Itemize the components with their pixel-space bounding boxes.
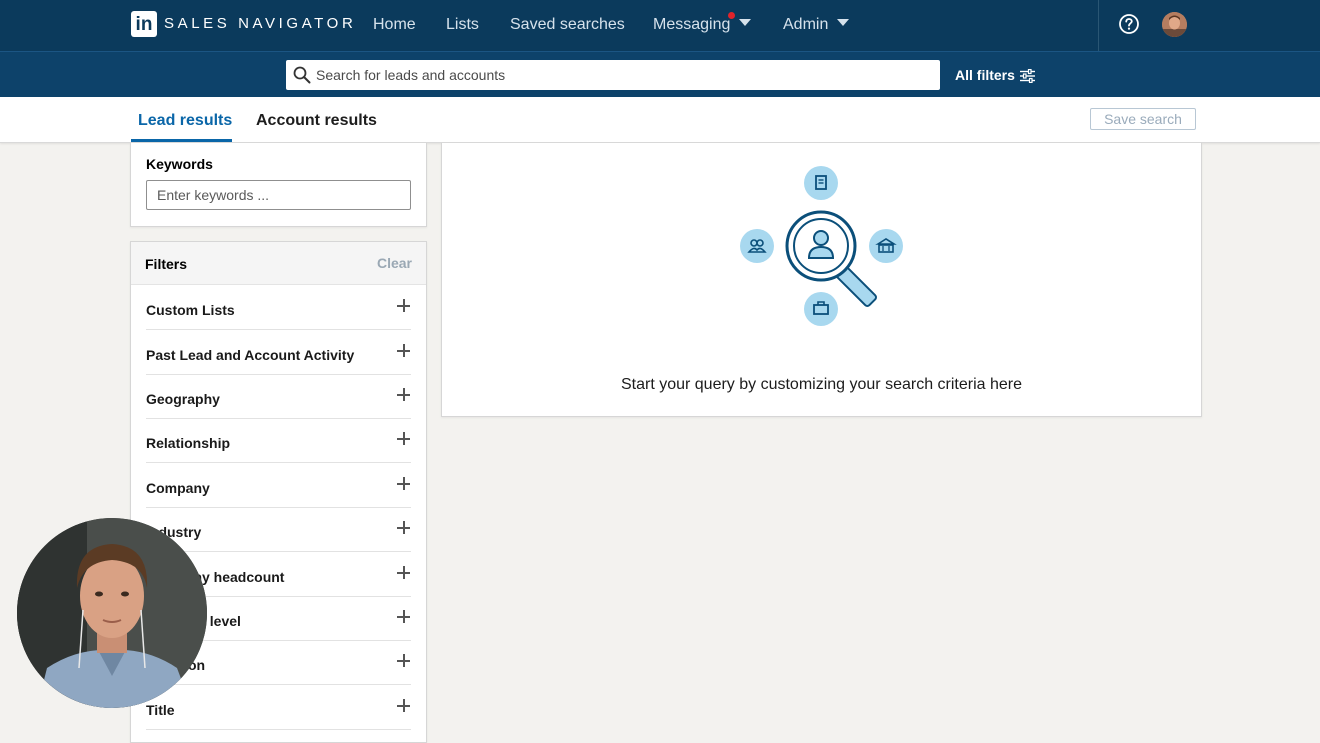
plus-icon[interactable] — [397, 432, 410, 445]
filter-row-relationship[interactable]: Relationship — [146, 418, 411, 463]
search-bar: All filters — [0, 51, 1320, 98]
filter-row-company[interactable]: Company — [146, 463, 411, 508]
notification-dot — [728, 12, 735, 19]
results-panel: Start your query by customizing your sea… — [441, 143, 1202, 417]
plus-icon[interactable] — [397, 344, 410, 357]
brand-name[interactable]: SALES NAVIGATOR — [164, 15, 356, 32]
empty-state-message: Start your query by customizing your sea… — [620, 376, 1023, 393]
filter-label: Custom Lists — [146, 302, 235, 318]
all-filters-button[interactable]: All filters — [955, 67, 1035, 83]
filter-row-industry[interactable]: Industry — [146, 507, 411, 552]
nav-home[interactable]: Home — [373, 16, 416, 34]
filter-label: Relationship — [146, 435, 231, 451]
chevron-down-icon — [739, 19, 752, 26]
briefcase-icon — [804, 292, 838, 326]
nav-messaging-label: Messaging — [653, 16, 731, 33]
nav-admin-label: Admin — [783, 16, 829, 33]
keywords-title: Keywords — [146, 156, 213, 172]
filter-row-title[interactable]: Title — [146, 685, 411, 730]
results-tabs: Lead results Account results Save search — [0, 97, 1320, 143]
tab-lead-results[interactable]: Lead results — [138, 112, 232, 130]
chevron-down-icon — [837, 19, 850, 26]
nav-admin[interactable]: Admin — [783, 16, 850, 34]
bank-icon — [869, 229, 903, 263]
filter-row-custom-lists[interactable]: Custom Lists — [146, 285, 411, 330]
plus-icon[interactable] — [397, 699, 410, 712]
search-box[interactable] — [286, 60, 940, 90]
clear-filters-button[interactable]: Clear — [377, 255, 412, 271]
filter-label: Past Lead and Account Activity — [146, 347, 355, 363]
filters-title: Filters — [145, 256, 188, 272]
plus-icon[interactable] — [397, 654, 410, 667]
search-illustration — [740, 166, 903, 326]
nav-divider — [1098, 0, 1099, 51]
plus-icon[interactable] — [397, 566, 410, 579]
plus-icon[interactable] — [397, 388, 410, 401]
building-icon — [804, 166, 838, 200]
active-tab-indicator — [131, 139, 232, 142]
plus-icon[interactable] — [397, 610, 410, 623]
filter-row-geography[interactable]: Geography — [146, 374, 411, 419]
search-input[interactable] — [316, 60, 916, 90]
all-filters-label: All filters — [955, 67, 1015, 83]
linkedin-logo[interactable]: in — [131, 11, 157, 37]
presenter-video — [17, 518, 207, 708]
sliders-icon — [1020, 69, 1035, 83]
search-icon — [293, 66, 311, 84]
user-avatar[interactable] — [1162, 12, 1187, 37]
filters-header: Filters Clear — [131, 242, 426, 285]
webcam-overlay — [17, 518, 207, 708]
filter-row-past-activity[interactable]: Past Lead and Account Activity — [146, 330, 411, 375]
avatar-image — [1162, 12, 1187, 37]
filter-label: Title — [146, 702, 175, 718]
filter-label: Company — [146, 480, 210, 496]
tab-account-results[interactable]: Account results — [256, 112, 377, 130]
magnifier-person-icon — [785, 210, 877, 307]
save-search-button[interactable]: Save search — [1090, 108, 1196, 130]
keywords-input[interactable] — [146, 180, 411, 210]
nav-saved-searches[interactable]: Saved searches — [510, 16, 625, 34]
plus-icon[interactable] — [397, 299, 410, 312]
keywords-card: Keywords — [130, 143, 427, 227]
help-icon[interactable] — [1118, 13, 1140, 35]
nav-messaging[interactable]: Messaging — [653, 16, 752, 34]
nav-lists[interactable]: Lists — [446, 16, 479, 34]
plus-icon[interactable] — [397, 477, 410, 490]
top-nav: in SALES NAVIGATOR Home Lists Saved sear… — [0, 0, 1320, 51]
group-icon — [740, 229, 774, 263]
plus-icon[interactable] — [397, 521, 410, 534]
filter-label: Geography — [146, 391, 220, 407]
